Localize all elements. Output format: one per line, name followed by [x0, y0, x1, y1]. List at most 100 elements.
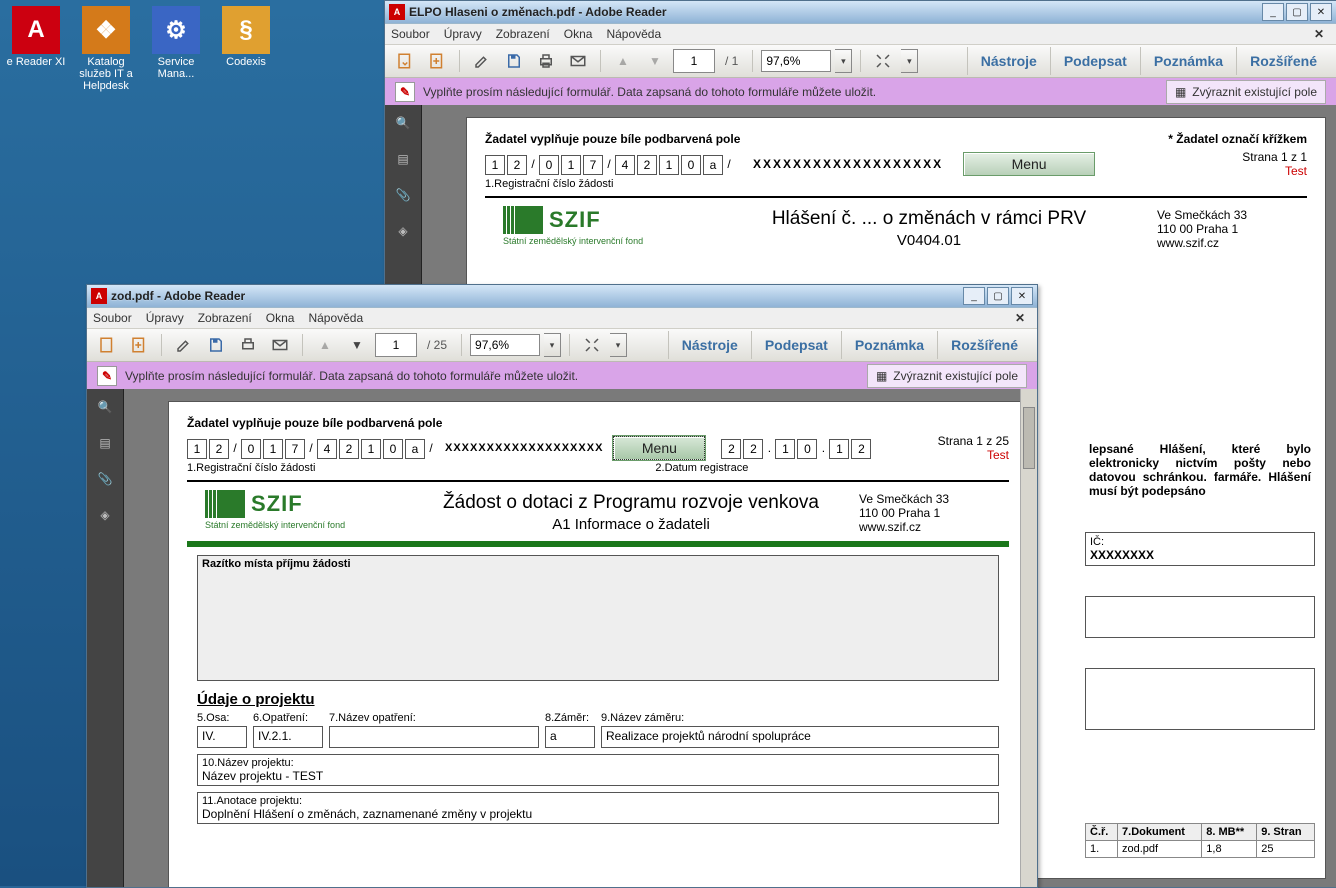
stamp-field[interactable]: Razítko místa příjmu žádosti [197, 555, 999, 681]
note-button[interactable]: Poznámka [841, 331, 937, 359]
print-icon[interactable] [234, 331, 262, 359]
more-button[interactable]: Rozšířené [937, 331, 1031, 359]
zoom-dropdown[interactable] [835, 49, 852, 73]
save-icon[interactable] [202, 331, 230, 359]
attachments-table: Č.ř.7.Dokument8. MB**9. Stran 1.zod.pdf1… [1085, 823, 1315, 858]
titlebar[interactable]: A ELPO Hlaseni o změnach.pdf - Adobe Rea… [385, 1, 1336, 24]
menu-item[interactable]: Úpravy [444, 27, 482, 41]
edit-icon[interactable] [170, 331, 198, 359]
desktop-icon[interactable]: ⚙Service Mana... [144, 6, 208, 80]
view-dropdown[interactable] [610, 333, 627, 357]
maximize-button[interactable]: ▢ [1286, 3, 1308, 21]
menu-item[interactable]: Soubor [391, 27, 430, 41]
toolbar: ▲ ▼ / 1 Nástroje Podepsat Poznámka Rozší… [385, 45, 1336, 78]
window-zod: A zod.pdf - Adobe Reader _ ▢ ✕ Soubor Úp… [86, 284, 1038, 888]
pages-icon[interactable]: ▤ [391, 147, 415, 171]
zoom-input[interactable] [761, 50, 831, 72]
thumbnails-icon[interactable]: 🔍 [93, 395, 117, 419]
edit-icon[interactable] [468, 47, 496, 75]
more-button[interactable]: Rozšířené [1236, 47, 1330, 75]
pdf-page: Žadatel vyplňuje pouze bíle podbarvená p… [168, 401, 1028, 887]
thumbnails-icon[interactable]: 🔍 [391, 111, 415, 135]
scrollbar[interactable] [1020, 389, 1037, 887]
layers-icon[interactable]: ◈ [93, 503, 117, 527]
date-cells: 22. 10. 12 [721, 439, 871, 459]
export-pdf-icon[interactable] [391, 47, 419, 75]
print-icon[interactable] [532, 47, 560, 75]
osa-field[interactable]: IV. [197, 726, 247, 748]
minimize-button[interactable]: _ [1262, 3, 1284, 21]
create-pdf-icon[interactable] [125, 331, 153, 359]
document-area[interactable]: Žadatel vyplňuje pouze bíle podbarvená p… [124, 389, 1037, 887]
fit-icon[interactable] [578, 331, 606, 359]
close-button[interactable]: ✕ [1011, 287, 1033, 305]
tools-button[interactable]: Nástroje [668, 331, 751, 359]
desktop-icon[interactable]: ❖Katalog služeb IT a Helpdesk [74, 6, 138, 92]
toolbar: ▲ ▼ / 25 Nástroje Podepsat Poznámka Rozš… [87, 329, 1037, 362]
menu-item[interactable]: Nápověda [606, 27, 661, 41]
sign-button[interactable]: Podepsat [1050, 47, 1140, 75]
page-down-icon[interactable]: ▼ [343, 331, 371, 359]
form-icon: ✎ [97, 366, 117, 386]
menu-item[interactable]: Zobrazení [496, 27, 550, 41]
view-dropdown[interactable] [901, 49, 918, 73]
mail-icon[interactable] [564, 47, 592, 75]
reg-number-cells: 12/ 017/ 4210a/ [187, 439, 435, 459]
close-button[interactable]: ✕ [1310, 3, 1332, 21]
maximize-button[interactable]: ▢ [987, 287, 1009, 305]
nazev-opatreni-field[interactable] [329, 726, 539, 748]
doc-close-button[interactable]: ✕ [1308, 27, 1330, 41]
highlight-icon: ▦ [1175, 85, 1186, 99]
minimize-button[interactable]: _ [963, 287, 985, 305]
titlebar[interactable]: A zod.pdf - Adobe Reader _ ▢ ✕ [87, 285, 1037, 308]
mail-icon[interactable] [266, 331, 294, 359]
doc-menu-button[interactable]: Menu [963, 152, 1095, 176]
tools-button[interactable]: Nástroje [967, 47, 1050, 75]
zoom-dropdown[interactable] [544, 333, 561, 357]
doc-menu-button[interactable]: Menu [613, 436, 705, 460]
form-icon: ✎ [395, 82, 415, 102]
menu-item[interactable]: Okna [564, 27, 593, 41]
pages-icon[interactable]: ▤ [93, 431, 117, 455]
page-down-icon[interactable]: ▼ [641, 47, 669, 75]
doc-close-button[interactable]: ✕ [1009, 311, 1031, 325]
menubar: Soubor Úpravy Zobrazení Okna Nápověda ✕ [385, 24, 1336, 45]
zamer-field[interactable]: a [545, 726, 595, 748]
page-number-input[interactable] [673, 49, 715, 73]
desktop-icon[interactable]: Ae Reader XI [4, 6, 68, 68]
sign-button[interactable]: Podepsat [751, 331, 841, 359]
szif-logo: SZIF Státní zemědělský intervenční fond [187, 486, 403, 534]
create-pdf-icon[interactable] [423, 47, 451, 75]
export-pdf-icon[interactable] [93, 331, 121, 359]
opatreni-field[interactable]: IV.2.1. [253, 726, 323, 748]
attachments-icon[interactable]: 📎 [391, 183, 415, 207]
fit-icon[interactable] [869, 47, 897, 75]
note-button[interactable]: Poznámka [1140, 47, 1236, 75]
form-message-bar: ✎ Vyplňte prosím následující formulář. D… [87, 362, 1037, 391]
nazev-zameru-field[interactable]: Realizace projektů národní spolupráce [601, 726, 999, 748]
reg-number-cells: 12/ 017/ 4210a/ [485, 155, 733, 175]
menu-item[interactable]: Nápověda [308, 311, 363, 325]
scroll-thumb[interactable] [1023, 407, 1035, 469]
menu-item[interactable]: Úpravy [146, 311, 184, 325]
save-icon[interactable] [500, 47, 528, 75]
highlight-fields-button[interactable]: ▦Zvýraznit existující pole [867, 364, 1027, 388]
zoom-input[interactable] [470, 334, 540, 356]
page-up-icon[interactable]: ▲ [311, 331, 339, 359]
anotace-field[interactable]: 11.Anotace projektu:Doplnění Hlášení o z… [197, 792, 999, 824]
form-message-bar: ✎ Vyplňte prosím následující formulář. D… [385, 78, 1336, 107]
page-number-input[interactable] [375, 333, 417, 357]
page-up-icon[interactable]: ▲ [609, 47, 637, 75]
layers-icon[interactable]: ◈ [391, 219, 415, 243]
side-panel: 🔍 ▤ 📎 ◈ [87, 389, 124, 887]
menu-item[interactable]: Okna [266, 311, 295, 325]
nazev-projektu-field[interactable]: 10.Název projektu:Název projektu - TEST [197, 754, 999, 786]
highlight-fields-button[interactable]: ▦Zvýraznit existující pole [1166, 80, 1326, 104]
menu-item[interactable]: Zobrazení [198, 311, 252, 325]
table-row[interactable]: 1.zod.pdf1,825 [1086, 841, 1315, 858]
desktop-icon[interactable]: §Codexis [214, 6, 278, 68]
attachments-icon[interactable]: 📎 [93, 467, 117, 491]
szif-logo: SZIF Státní zemědělský intervenční fond [485, 202, 701, 250]
menu-item[interactable]: Soubor [93, 311, 132, 325]
pdf-icon: A [91, 288, 107, 304]
